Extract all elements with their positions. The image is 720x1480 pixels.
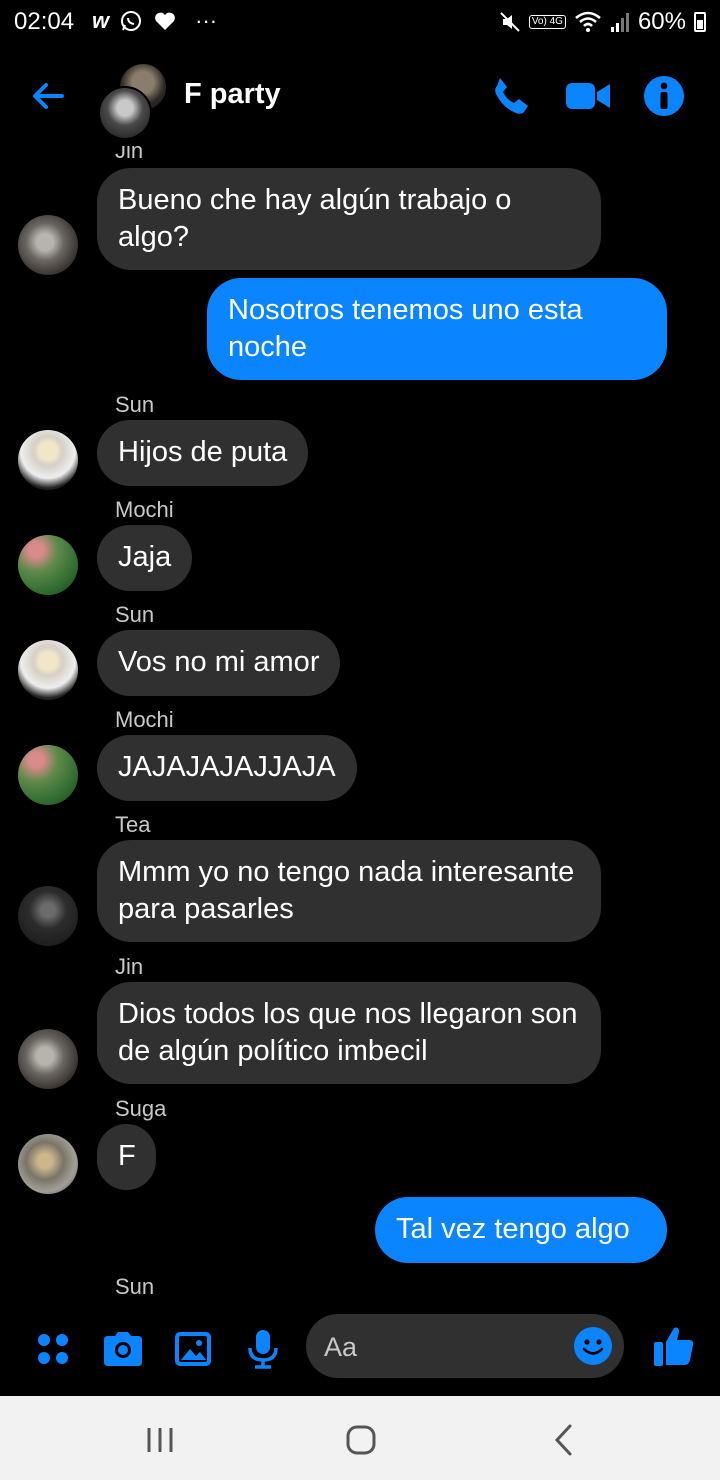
video-call-icon[interactable] bbox=[564, 72, 612, 120]
avatar-suga[interactable] bbox=[18, 1134, 78, 1194]
message-bubble-outgoing[interactable]: Nosotros tenemos uno esta noche bbox=[207, 278, 667, 380]
microphone-icon[interactable] bbox=[240, 1326, 286, 1372]
message-input[interactable] bbox=[322, 1314, 566, 1380]
message-bubble[interactable]: JAJAJAJAJJAJA bbox=[97, 735, 357, 801]
chat-header: F party bbox=[0, 50, 720, 146]
thumbs-up-icon[interactable] bbox=[650, 1322, 698, 1370]
message-bubble[interactable]: Bueno che hay algún trabajo o algo? bbox=[97, 168, 601, 270]
sender-name: Mochi bbox=[115, 707, 174, 732]
sender-name: Mochi bbox=[115, 497, 174, 522]
chat-title[interactable]: F party bbox=[184, 78, 281, 111]
message-bubble[interactable]: Mmm yo no tengo nada interesante para pa… bbox=[97, 840, 601, 942]
back-nav-icon[interactable] bbox=[540, 1416, 588, 1464]
sender-name: Sun bbox=[115, 602, 155, 627]
battery-icon bbox=[694, 12, 706, 32]
avatar-jin[interactable] bbox=[18, 215, 78, 275]
avatar-mochi[interactable] bbox=[18, 745, 78, 805]
message-bubble[interactable]: Hijos de puta bbox=[97, 420, 309, 486]
apps-icon[interactable] bbox=[30, 1326, 76, 1372]
system-nav-bar bbox=[0, 1396, 720, 1480]
message-bubble-outgoing[interactable]: Tal vez tengo algo bbox=[375, 1197, 667, 1263]
volte-icon: Vo) 4G bbox=[528, 15, 566, 29]
message-list[interactable]: Jin Bueno che hay algún trabajo o algo? … bbox=[0, 146, 720, 1306]
status-time: 02:04 bbox=[14, 8, 75, 35]
camera-icon[interactable] bbox=[100, 1326, 146, 1372]
sender-name: Jin bbox=[115, 146, 144, 163]
more-icon: ··· bbox=[195, 8, 218, 33]
home-icon[interactable] bbox=[337, 1416, 385, 1464]
sender-name: Sun bbox=[115, 392, 155, 417]
gallery-icon[interactable] bbox=[170, 1326, 216, 1372]
sender-name: Suga bbox=[115, 1096, 167, 1121]
w-icon: w bbox=[92, 8, 110, 33]
avatar-tea[interactable] bbox=[18, 886, 78, 946]
recent-apps-icon[interactable] bbox=[136, 1416, 184, 1464]
avatar-sun[interactable] bbox=[18, 640, 78, 700]
sender-name: Jin bbox=[115, 954, 144, 979]
signal-icon bbox=[610, 13, 629, 32]
avatar-mochi[interactable] bbox=[18, 535, 78, 595]
phone-icon[interactable] bbox=[486, 72, 534, 120]
message-bubble[interactable]: Jaja bbox=[97, 525, 193, 591]
message-bubble[interactable]: F bbox=[97, 1124, 156, 1190]
info-icon[interactable] bbox=[640, 72, 688, 120]
sender-name: Tea bbox=[115, 812, 151, 837]
whatsapp-icon bbox=[121, 11, 142, 31]
member-avatar bbox=[98, 86, 152, 140]
message-input-container[interactable] bbox=[306, 1314, 624, 1380]
sender-name: Sun bbox=[115, 1274, 155, 1299]
avatar-jin[interactable] bbox=[18, 1029, 78, 1089]
wifi-icon bbox=[575, 11, 601, 32]
system-icons: Vo) 4G 60% bbox=[499, 8, 706, 36]
group-avatar[interactable] bbox=[98, 62, 170, 140]
emoji-icon[interactable] bbox=[572, 1325, 614, 1367]
mute-icon bbox=[500, 12, 520, 32]
notification-icons: w ··· bbox=[92, 8, 217, 34]
composer-bar bbox=[0, 1306, 720, 1396]
avatar-sun[interactable] bbox=[18, 430, 78, 490]
battery-percent: 60% bbox=[637, 8, 686, 35]
heart-icon bbox=[155, 12, 176, 30]
message-bubble[interactable]: Vos no mi amor bbox=[97, 630, 341, 696]
status-bar: 02:04 w ··· Vo) 4G 60% bbox=[0, 0, 720, 44]
message-bubble[interactable]: Dios todos los que nos llegaron son de a… bbox=[97, 982, 601, 1084]
back-arrow-icon[interactable] bbox=[26, 74, 70, 118]
